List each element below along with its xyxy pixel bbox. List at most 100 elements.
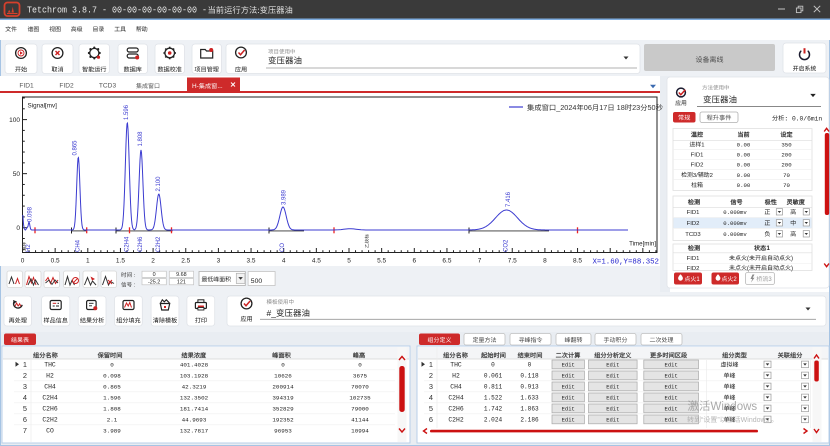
svg-text:0.811: 0.811 bbox=[484, 384, 503, 391]
svg-text:Time[min]: Time[min] bbox=[629, 241, 656, 248]
svg-text:C2H4: C2H4 bbox=[448, 395, 464, 402]
svg-text:7: 7 bbox=[23, 426, 27, 435]
svg-text:7: 7 bbox=[478, 258, 482, 265]
svg-text:FID2: FID2 bbox=[691, 163, 704, 169]
svg-text:CO2: CO2 bbox=[504, 239, 510, 252]
svg-text:4.5: 4.5 bbox=[312, 258, 321, 265]
svg-text:121: 121 bbox=[177, 280, 186, 286]
svg-text:1.5: 1.5 bbox=[116, 258, 125, 265]
svg-text:C2H6: C2H6 bbox=[448, 406, 464, 413]
svg-text:103.1928: 103.1928 bbox=[180, 373, 209, 380]
svg-text:181.7414: 181.7414 bbox=[180, 406, 209, 413]
svg-text:0.00: 0.00 bbox=[737, 152, 751, 159]
svg-text:): ) bbox=[791, 256, 793, 262]
svg-text:FID2: FID2 bbox=[687, 221, 700, 227]
svg-text:): ) bbox=[791, 266, 793, 272]
svg-text:3: 3 bbox=[217, 258, 221, 265]
svg-text:192352: 192352 bbox=[272, 417, 294, 424]
svg-text:0: 0 bbox=[16, 225, 20, 232]
svg-text:Edit: Edit bbox=[562, 417, 575, 424]
svg-text:#_: #_ bbox=[267, 308, 277, 318]
svg-text:132.3502: 132.3502 bbox=[180, 395, 209, 402]
svg-text:2: 2 bbox=[710, 173, 713, 179]
svg-text:Edit: Edit bbox=[606, 406, 619, 413]
svg-text:1.596: 1.596 bbox=[103, 395, 121, 402]
svg-text:350: 350 bbox=[781, 142, 792, 149]
svg-text:0.865: 0.865 bbox=[103, 384, 121, 391]
svg-text:8: 8 bbox=[543, 258, 547, 265]
svg-text:0.061: 0.061 bbox=[484, 373, 503, 380]
svg-text:Edit: Edit bbox=[665, 406, 678, 413]
svg-text:2.186: 2.186 bbox=[520, 417, 539, 424]
svg-text:Edit: Edit bbox=[606, 362, 619, 369]
svg-text:9.68: 9.68 bbox=[176, 272, 187, 278]
svg-text:0.00: 0.00 bbox=[737, 182, 751, 189]
svg-text:0.098: 0.098 bbox=[103, 373, 121, 380]
svg-text:2.5: 2.5 bbox=[181, 258, 190, 265]
svg-text:0.00: 0.00 bbox=[737, 142, 751, 149]
svg-text:50: 50 bbox=[13, 171, 21, 178]
svg-text:0.5: 0.5 bbox=[51, 258, 60, 265]
svg-text:H2: H2 bbox=[46, 373, 54, 380]
svg-text:CO: CO bbox=[280, 243, 286, 252]
svg-text:70: 70 bbox=[783, 182, 790, 189]
svg-text:0: 0 bbox=[110, 362, 114, 369]
svg-text:401.4028: 401.4028 bbox=[180, 362, 209, 369]
svg-text:_2024: _2024 bbox=[555, 103, 576, 112]
svg-text:THC: THC bbox=[450, 362, 462, 369]
svg-text:X=1.60,Y=88.352: X=1.60,Y=88.352 bbox=[592, 259, 659, 267]
svg-text:CO: CO bbox=[46, 428, 54, 435]
svg-text:8.5: 8.5 bbox=[573, 258, 582, 265]
svg-text:10626: 10626 bbox=[274, 373, 292, 380]
svg-text:41144: 41144 bbox=[351, 417, 369, 424]
svg-text:6: 6 bbox=[23, 415, 27, 424]
svg-text:0: 0 bbox=[491, 362, 495, 369]
svg-text:96953: 96953 bbox=[274, 428, 292, 435]
svg-text:Edit: Edit bbox=[562, 373, 575, 380]
svg-text:0.000mv: 0.000mv bbox=[723, 231, 747, 238]
svg-text:3.989: 3.989 bbox=[281, 189, 287, 205]
svg-text:3675: 3675 bbox=[353, 373, 368, 380]
svg-text:THC: THC bbox=[44, 362, 56, 369]
svg-text:C2H2: C2H2 bbox=[42, 417, 58, 424]
svg-text:70070: 70070 bbox=[351, 384, 369, 391]
svg-text:18: 18 bbox=[617, 103, 625, 112]
svg-text:10994: 10994 bbox=[351, 428, 369, 435]
svg-text:Signal[mv]: Signal[mv] bbox=[28, 103, 58, 110]
svg-text:394319: 394319 bbox=[272, 395, 294, 402]
svg-text:Tetchrom 3.8.7 - 00-00-00-00-0: Tetchrom 3.8.7 - 00-00-00-00-00-00 - bbox=[27, 5, 207, 16]
svg-text:Edit: Edit bbox=[606, 395, 619, 402]
svg-text:2.100: 2.100 bbox=[156, 176, 162, 192]
svg-text:Edit: Edit bbox=[665, 395, 678, 402]
svg-text:0: 0 bbox=[358, 362, 362, 369]
svg-text:44.9693: 44.9693 bbox=[182, 417, 207, 424]
svg-text:Edit: Edit bbox=[665, 373, 678, 380]
svg-text:200: 200 bbox=[781, 162, 792, 169]
svg-text:1.633: 1.633 bbox=[520, 395, 539, 402]
svg-text:6: 6 bbox=[412, 258, 416, 265]
svg-text:1: 1 bbox=[23, 360, 27, 369]
svg-text:Edit: Edit bbox=[562, 362, 575, 369]
svg-text:(: ( bbox=[747, 256, 749, 262]
svg-text:Edit: Edit bbox=[606, 384, 619, 391]
svg-text:132.7817: 132.7817 bbox=[180, 428, 209, 435]
svg-text:4: 4 bbox=[23, 393, 27, 402]
svg-text:3: 3 bbox=[23, 382, 27, 391]
svg-text:17: 17 bbox=[599, 103, 607, 112]
svg-text:2.1: 2.1 bbox=[107, 417, 118, 424]
svg-text:0.118: 0.118 bbox=[520, 373, 539, 380]
svg-text:1: 1 bbox=[86, 258, 90, 265]
svg-text:5: 5 bbox=[347, 258, 351, 265]
svg-text:79000: 79000 bbox=[351, 406, 369, 413]
svg-text:C2H2: C2H2 bbox=[156, 236, 162, 252]
svg-text:(: ( bbox=[747, 266, 749, 272]
svg-text:6: 6 bbox=[429, 415, 433, 424]
svg-text:1.808: 1.808 bbox=[103, 406, 121, 413]
svg-text:50: 50 bbox=[648, 103, 656, 112]
svg-text:C2H6: C2H6 bbox=[42, 406, 58, 413]
svg-text:4: 4 bbox=[429, 393, 433, 402]
svg-text:0: 0 bbox=[21, 258, 25, 265]
svg-text:6.5: 6.5 bbox=[442, 258, 451, 265]
svg-text:0: 0 bbox=[281, 362, 285, 369]
svg-text:0.913: 0.913 bbox=[520, 384, 539, 391]
